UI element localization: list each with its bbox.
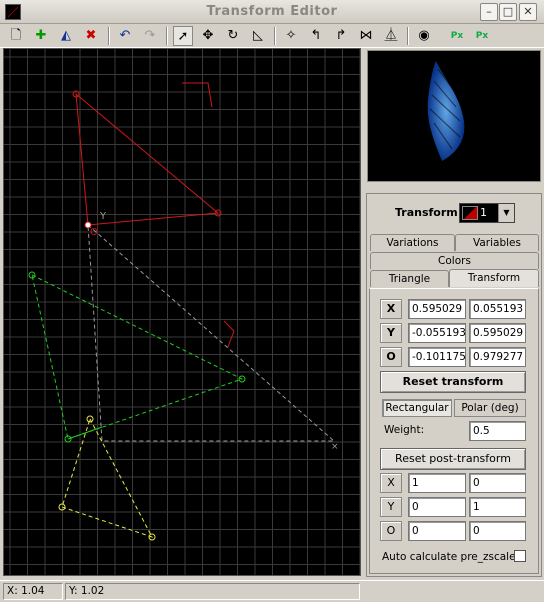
toolbar: 🗋 ✚ ◭ ✖ ↶ ↷ ➚ ✥ ↻ ◺ ✧ ↰ ↱ ⋈ ⏅ ◉ Px Px (0, 24, 544, 48)
weight-field[interactable]: 0.5 (469, 421, 526, 441)
rectangular-mode-button[interactable]: Rectangular (382, 399, 452, 417)
pre-x-a-field[interactable]: 0.595029 (408, 299, 466, 319)
post-x-b-field[interactable]: 0 (469, 473, 526, 493)
toolbar-separator (166, 27, 168, 45)
duplicate-transform-icon[interactable]: ◭ (56, 26, 76, 46)
status-x: X: 1.04 (3, 583, 63, 600)
window-title: Transform Editor (206, 4, 338, 19)
rotate-icon[interactable]: ↻ (223, 26, 243, 46)
post-y-b-field[interactable]: 1 (469, 497, 526, 517)
auto-zscale-checkbox[interactable] (514, 550, 526, 562)
toolbar-separator (274, 27, 276, 45)
canvas-drawing[interactable]: Y × O (4, 49, 361, 576)
close-button[interactable]: ✕ (519, 3, 537, 21)
post-x-button[interactable]: X (380, 473, 402, 493)
pre-o-button[interactable]: O (380, 347, 402, 367)
show-variations-icon[interactable]: ◉ (414, 26, 434, 46)
pre-y-button[interactable]: Y (380, 323, 402, 343)
rotate-left-icon[interactable]: ↰ (306, 26, 326, 46)
delete-transform-icon[interactable]: ✖ (81, 26, 101, 46)
pre-x-b-field[interactable]: 0.055193 (469, 299, 526, 319)
post-y-a-field[interactable]: 0 (408, 497, 466, 517)
polar-mode-button[interactable]: Polar (deg) (454, 399, 526, 417)
triangle-canvas[interactable]: Y × O (3, 48, 361, 576)
flip-icon[interactable]: ✧ (281, 26, 301, 46)
tab-transform[interactable]: Transform (449, 269, 539, 287)
toolbar-separator (407, 27, 409, 45)
maximize-button[interactable]: □ (499, 3, 517, 21)
scale-icon[interactable]: ◺ (248, 26, 268, 46)
selected-rotation-handle (182, 82, 213, 108)
fern-preview-image (427, 61, 465, 161)
new-transform-icon[interactable]: 🗋 (6, 26, 26, 46)
post-x-a-field[interactable]: 1 (408, 473, 466, 493)
post-y-button[interactable]: Y (380, 497, 402, 517)
chevron-down-icon[interactable]: ▼ (498, 204, 514, 222)
transform-select[interactable]: 1 ▼ (459, 203, 515, 223)
tab-variables[interactable]: Variables (455, 234, 539, 251)
transform-tab-content: X 0.595029 0.055193 Y -0.055193 0.595029… (369, 288, 539, 574)
tab-variations[interactable]: Variations (370, 234, 455, 251)
reference-y-label: Y (99, 211, 107, 222)
flame-preview (367, 50, 541, 182)
reference-triangle (87, 224, 336, 442)
select-icon[interactable]: ➚ (173, 26, 193, 46)
move-icon[interactable]: ✥ (198, 26, 218, 46)
status-bar: X: 1.04 Y: 1.02 (0, 580, 544, 602)
pre-o-a-field[interactable]: -0.101175 (408, 347, 466, 367)
title-bar: Transform Editor – □ ✕ (0, 0, 544, 24)
reference-x-marker: × (331, 442, 339, 452)
minimize-button[interactable]: – (480, 3, 498, 21)
transform-selected-value: 1 (480, 206, 487, 219)
flip-vertical-icon[interactable]: ⏅ (381, 26, 401, 46)
reset-post-icon[interactable]: Px (472, 26, 492, 46)
status-y: Y: 1.02 (65, 583, 360, 600)
tab-triangle[interactable]: Triangle (370, 270, 449, 287)
redo-icon[interactable]: ↷ (140, 26, 160, 46)
flip-horizontal-icon[interactable]: ⋈ (356, 26, 376, 46)
pre-y-a-field[interactable]: -0.055193 (408, 323, 466, 343)
post-o-b-field[interactable]: 0 (469, 521, 526, 541)
post-transform-icon[interactable]: Px (447, 26, 467, 46)
weight-label: Weight: (384, 424, 425, 436)
green-triangle (31, 274, 244, 440)
transform-color-swatch (462, 206, 478, 220)
transform-label: Transform (395, 206, 458, 219)
post-o-a-field[interactable]: 0 (408, 521, 466, 541)
add-transform-icon[interactable]: ✚ (31, 26, 51, 46)
auto-zscale-label: Auto calculate pre_zscale (382, 551, 516, 563)
tab-colors[interactable]: Colors (370, 252, 539, 269)
rotate-right-icon[interactable]: ↱ (331, 26, 351, 46)
reset-post-transform-button[interactable]: Reset post-transform (380, 448, 526, 470)
undo-icon[interactable]: ↶ (115, 26, 135, 46)
green-rotation-handle (223, 320, 235, 348)
post-o-button[interactable]: O (380, 521, 402, 541)
transform-panel: Transform 1 ▼ Variations Variables Color… (366, 193, 542, 577)
pre-o-b-field[interactable]: 0.979277 (469, 347, 526, 367)
toolbar-separator (108, 27, 110, 45)
selected-origin-label: O (90, 227, 98, 238)
pre-x-button[interactable]: X (380, 299, 402, 319)
pre-y-b-field[interactable]: 0.595029 (469, 323, 526, 343)
reset-transform-button[interactable]: Reset transform (380, 371, 526, 393)
